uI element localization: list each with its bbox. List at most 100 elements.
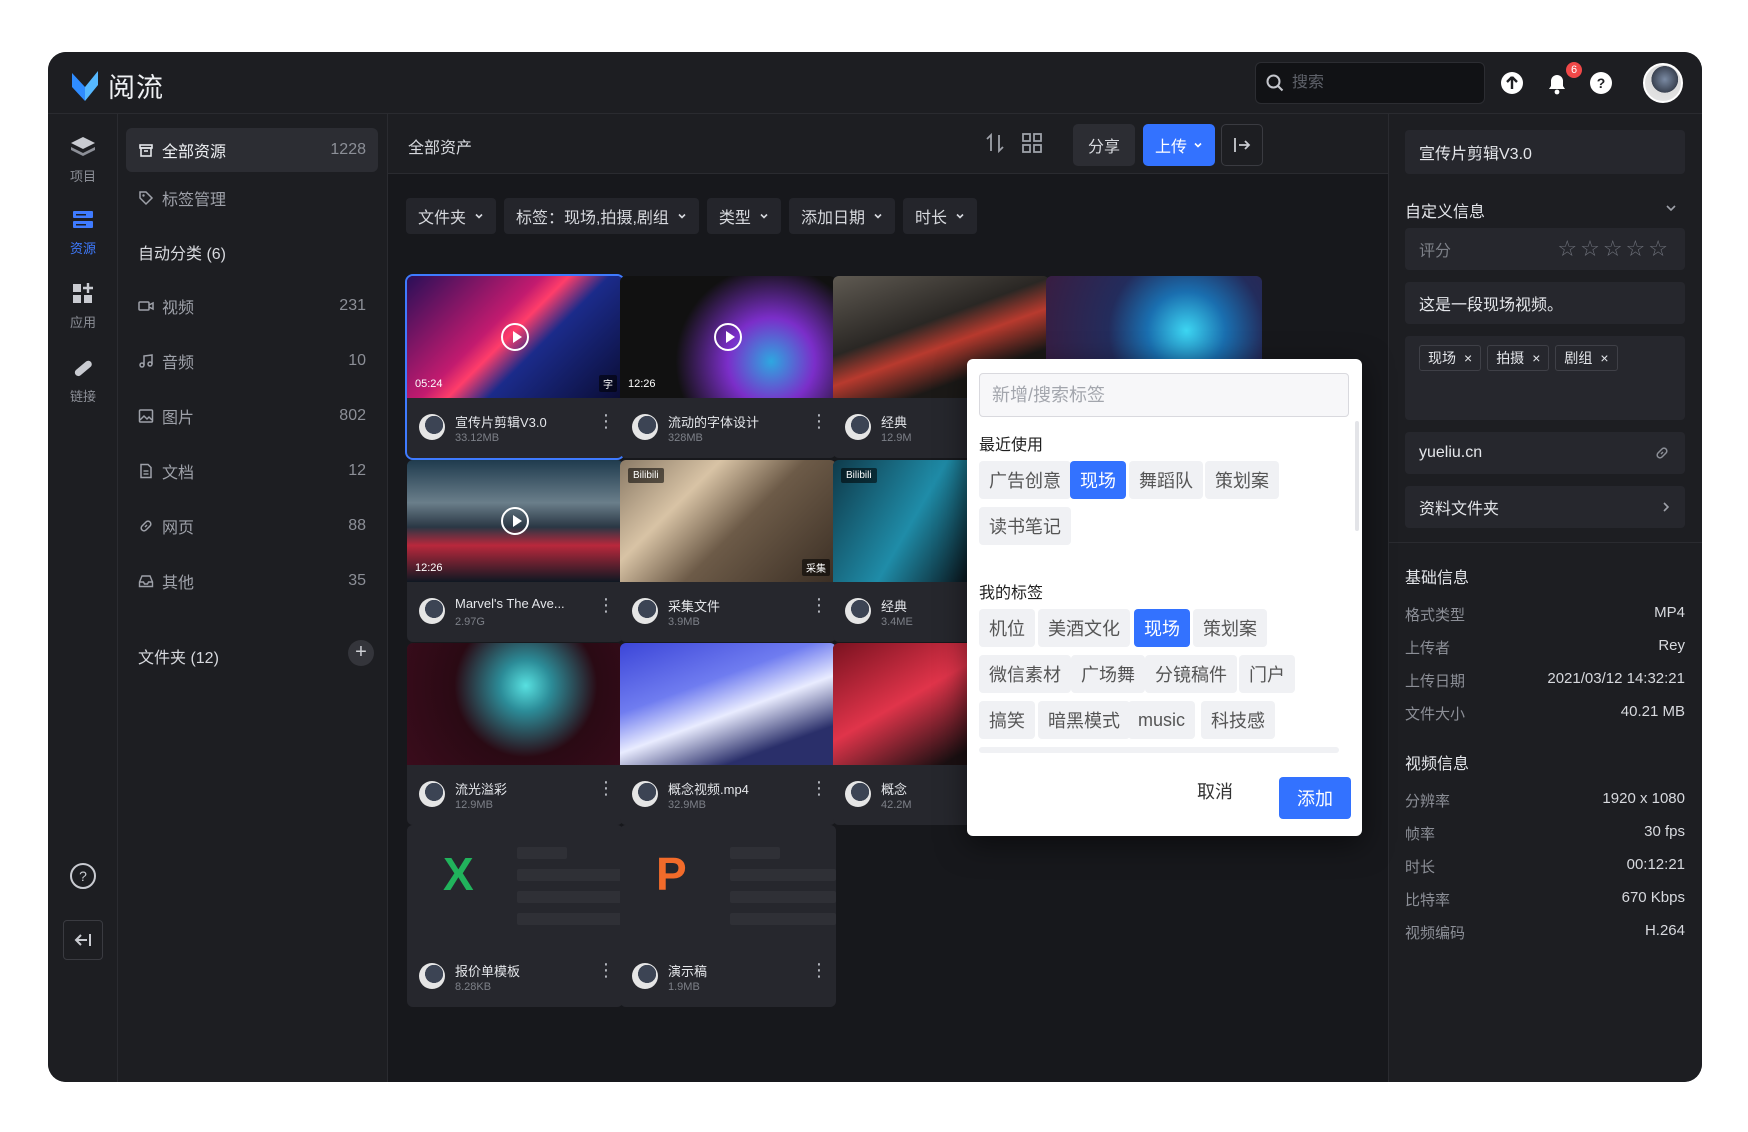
- help-icon[interactable]: ?: [1588, 70, 1614, 96]
- more-icon[interactable]: ⋮: [810, 779, 828, 797]
- sidebar-item-document[interactable]: 文档 12: [126, 449, 378, 493]
- play-icon[interactable]: [501, 323, 529, 351]
- asset-name: 演示稿: [668, 964, 708, 979]
- filter-date[interactable]: 添加日期: [788, 198, 895, 234]
- app-logo[interactable]: 阅流: [70, 66, 164, 105]
- tag-option[interactable]: 微信素材: [979, 655, 1071, 693]
- share-button[interactable]: 分享: [1073, 124, 1135, 166]
- tag-option[interactable]: 广告创意: [979, 461, 1071, 499]
- placeholder-line: [517, 891, 623, 903]
- more-icon[interactable]: ⋮: [810, 412, 828, 430]
- asset-card[interactable]: Bilibili 采集 采集文件 3.9MB ⋮: [620, 460, 836, 642]
- tag-option[interactable]: 机位: [979, 609, 1035, 647]
- user-avatar[interactable]: [1643, 63, 1683, 103]
- url-field[interactable]: yueliu.cn: [1405, 432, 1685, 474]
- app-name: 阅流: [108, 73, 164, 103]
- sidebar-item-all[interactable]: 全部资源 1228: [126, 128, 378, 172]
- search-icon: [1266, 74, 1284, 92]
- tag-option[interactable]: 舞蹈队: [1129, 461, 1203, 499]
- asset-thumbnail: [407, 643, 623, 765]
- tag-option[interactable]: 美酒文化: [1038, 609, 1130, 647]
- rating-stars[interactable]: ☆☆☆☆☆: [1557, 236, 1671, 262]
- sort-icon[interactable]: [985, 132, 1005, 154]
- asset-size: 2.97G: [455, 616, 485, 628]
- asset-meta: 概念视频.mp4 32.9MB ⋮: [620, 765, 836, 825]
- tag-option-selected[interactable]: 现场: [1134, 609, 1190, 647]
- asset-card[interactable]: X 报价单模板 8.28KB ⋮: [407, 825, 623, 1007]
- sidebar-item-audio[interactable]: 音频 10: [126, 339, 378, 383]
- asset-card[interactable]: 流光溢彩 12.9MB ⋮: [407, 643, 623, 825]
- filter-duration[interactable]: 时长: [902, 198, 977, 234]
- tag-search-input[interactable]: [979, 373, 1349, 417]
- tag-option[interactable]: music: [1128, 701, 1196, 739]
- play-icon[interactable]: [501, 507, 529, 535]
- url-text: yueliu.cn: [1419, 444, 1483, 461]
- avatar: [419, 781, 445, 807]
- info-value: MP4: [1654, 604, 1685, 621]
- search-box[interactable]: [1255, 62, 1485, 104]
- sidebar-item-video[interactable]: 视频 231: [126, 284, 378, 328]
- remove-tag-icon[interactable]: ×: [1532, 350, 1540, 366]
- tag-option[interactable]: 读书笔记: [979, 507, 1071, 545]
- remove-tag-icon[interactable]: ×: [1600, 350, 1608, 366]
- info-row: 帧率 30 fps: [1405, 823, 1685, 844]
- sidebar-item-image[interactable]: 图片 802: [126, 394, 378, 438]
- sidebar-item-label: 网页: [162, 520, 195, 537]
- tag-option[interactable]: 门户: [1239, 655, 1295, 693]
- asset-card[interactable]: 概念视频.mp4 32.9MB ⋮: [620, 643, 836, 825]
- asset-card[interactable]: 05:24 字 宣传片剪辑V3.0 33.12MB ⋮: [405, 274, 625, 460]
- rail-item-projects[interactable]: 项目: [48, 134, 118, 185]
- asset-card[interactable]: 12:26 流动的字体设计 328MB ⋮: [620, 276, 836, 458]
- collapse-button[interactable]: [63, 920, 103, 960]
- rail-item-resources[interactable]: 资源: [48, 206, 118, 257]
- chevron-down-icon[interactable]: [1665, 202, 1677, 214]
- filter-type[interactable]: 类型: [706, 198, 781, 234]
- more-icon[interactable]: ⋮: [597, 961, 615, 979]
- upload-button[interactable]: 上传: [1143, 124, 1215, 166]
- folder-field[interactable]: 资料文件夹: [1405, 486, 1685, 528]
- filter-folder[interactable]: 文件夹: [406, 198, 497, 234]
- popup-scrollbar[interactable]: [1355, 421, 1359, 531]
- more-icon[interactable]: ⋮: [810, 961, 828, 979]
- cancel-button[interactable]: 取消: [1197, 778, 1233, 804]
- play-icon[interactable]: [714, 323, 742, 351]
- tag-option[interactable]: 策划案: [1193, 609, 1267, 647]
- more-icon[interactable]: ⋮: [810, 596, 828, 614]
- upload-circle-icon[interactable]: [1499, 70, 1525, 96]
- filter-tags[interactable]: 标签：现场,拍摄,剧组: [504, 198, 699, 234]
- tag-option-selected[interactable]: 现场: [1070, 461, 1126, 499]
- tag-option[interactable]: 科技感: [1201, 701, 1275, 739]
- avatar: [632, 963, 658, 989]
- tag-option[interactable]: 暗黑模式: [1038, 701, 1130, 739]
- search-input[interactable]: [1292, 74, 1462, 92]
- basic-info-heading: 基础信息: [1405, 570, 1470, 587]
- more-icon[interactable]: ⋮: [597, 412, 615, 430]
- sidebar-item-webpage[interactable]: 网页 88: [126, 504, 378, 548]
- collapse-icon: [74, 934, 91, 946]
- asset-card[interactable]: P 演示稿 1.9MB ⋮: [620, 825, 836, 1007]
- info-key: 上传者: [1405, 640, 1451, 657]
- asset-title-field[interactable]: 宣传片剪辑V3.0: [1405, 130, 1685, 174]
- more-icon[interactable]: ⋮: [597, 779, 615, 797]
- svg-text:?: ?: [1597, 75, 1606, 91]
- tag-option[interactable]: 广场舞: [1071, 655, 1145, 693]
- overflow-hint: [979, 747, 1339, 753]
- sidebar-item-other[interactable]: 其他 35: [126, 559, 378, 603]
- add-button[interactable]: 添加: [1279, 777, 1351, 819]
- tag-option[interactable]: 搞笑: [979, 701, 1035, 739]
- rail-item-links[interactable]: 链接: [48, 354, 118, 405]
- tag-option[interactable]: 策划案: [1205, 461, 1279, 499]
- grid-view-icon[interactable]: [1021, 132, 1043, 154]
- add-folder-button[interactable]: +: [348, 640, 374, 666]
- more-icon[interactable]: ⋮: [597, 596, 615, 614]
- link-icon[interactable]: [1653, 444, 1671, 462]
- description-field[interactable]: 这是一段现场视频。: [1405, 282, 1685, 324]
- sidebar-item-tags[interactable]: 标签管理: [126, 176, 378, 220]
- asset-card[interactable]: 12:26 Marvel's The Ave... 2.97G ⋮: [407, 460, 623, 642]
- tag-option[interactable]: 分镜稿件: [1145, 655, 1237, 693]
- tag-field[interactable]: 现场 × 拍摄 × 剧组 ×: [1405, 336, 1685, 420]
- remove-tag-icon[interactable]: ×: [1464, 350, 1472, 366]
- rail-item-apps[interactable]: 应用: [48, 280, 118, 331]
- help-button[interactable]: ?: [63, 856, 103, 896]
- export-button[interactable]: [1221, 124, 1263, 166]
